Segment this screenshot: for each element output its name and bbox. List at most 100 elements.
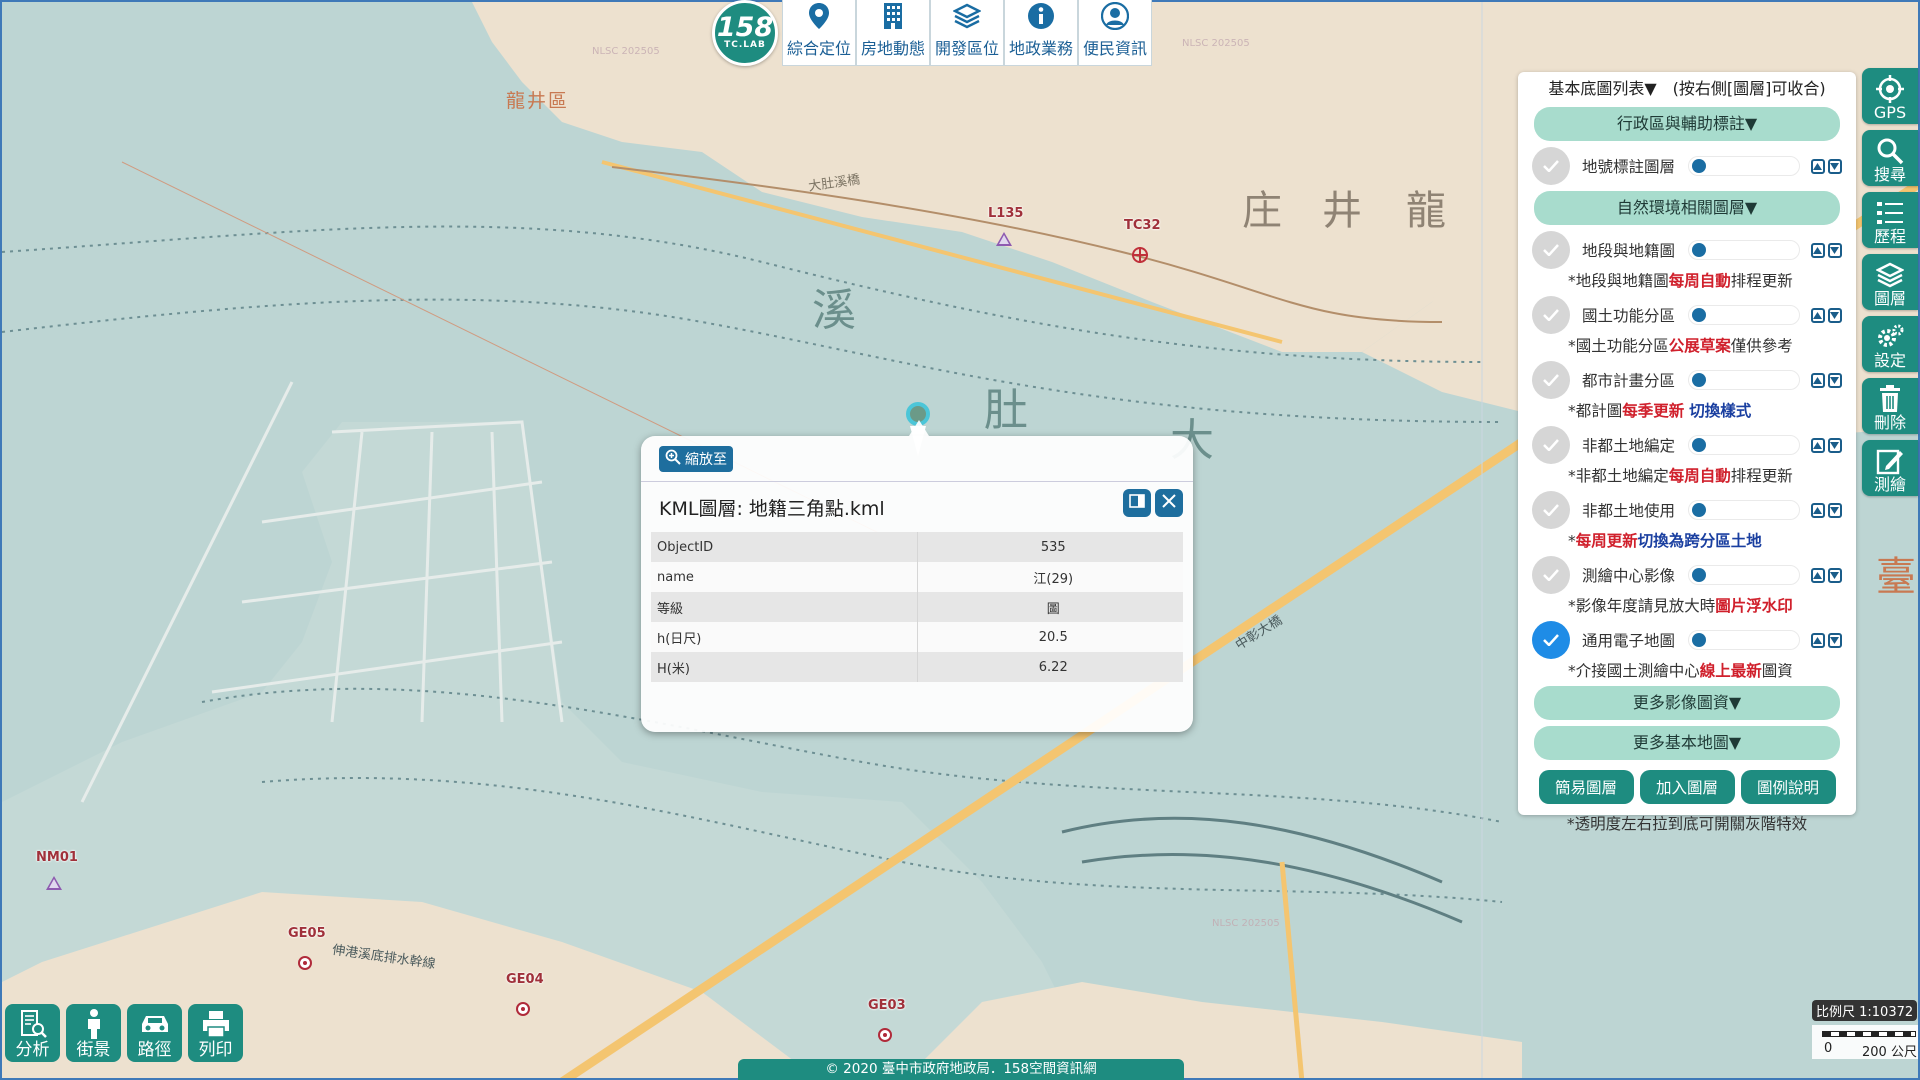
move-down-button[interactable] xyxy=(1827,502,1842,518)
section-admin-toggle[interactable]: 行政區與輔助標註▼ xyxy=(1534,107,1840,141)
triangle-marker-icon[interactable] xyxy=(996,232,1012,246)
route-button-label: 路徑 xyxy=(137,1040,172,1060)
move-down-button[interactable] xyxy=(1827,632,1842,648)
popup-close-button[interactable] xyxy=(1155,489,1183,517)
attribute-table: ObjectID 535 name 江(29) 等級圖 h(日尺) 20.5 H(米) 6.22 xyxy=(651,532,1183,682)
opacity-slider[interactable] xyxy=(1687,240,1800,260)
attribute-value: 535 xyxy=(916,532,1183,562)
history-button[interactable]: 歷程 xyxy=(1862,192,1918,248)
slider-thumb[interactable] xyxy=(1691,568,1706,582)
layer-checkbox[interactable] xyxy=(1532,296,1570,334)
move-up-button[interactable] xyxy=(1810,307,1825,323)
legend-button[interactable]: 圖例說明 xyxy=(1740,770,1836,804)
slider-thumb[interactable] xyxy=(1691,308,1706,322)
circle-marker-icon[interactable] xyxy=(878,1028,892,1042)
land-affairs-button[interactable]: 地政業務 xyxy=(1004,0,1078,66)
opacity-slider[interactable] xyxy=(1687,565,1800,585)
land-affairs-button-label: 地政業務 xyxy=(1008,39,1073,58)
attribute-value: 20.5 xyxy=(916,622,1183,652)
layer-checkbox[interactable] xyxy=(1532,426,1570,464)
citizen-info-button[interactable]: 便民資訊 xyxy=(1078,0,1152,66)
gps-button[interactable]: GPS xyxy=(1862,68,1918,124)
zoom-to-button[interactable]: 縮放至 xyxy=(659,446,733,472)
move-up-button[interactable] xyxy=(1810,632,1825,648)
draw-button[interactable]: 測繪 xyxy=(1862,440,1918,496)
street-view-button[interactable]: 街景 xyxy=(66,1004,121,1062)
real-estate-button[interactable]: 房地動態 xyxy=(856,0,930,66)
layer-note-link[interactable]: 切換為跨分區土地 xyxy=(1638,532,1762,550)
move-down-button[interactable] xyxy=(1827,307,1842,323)
top-toolbar: 158 TC.LAB 綜合定位 房地動態 開發區位 地政業務 便民資訊 xyxy=(712,0,1152,66)
chevron-down-icon xyxy=(1830,506,1840,514)
move-down-button[interactable] xyxy=(1827,567,1842,583)
move-down-button[interactable] xyxy=(1827,372,1842,388)
circle-marker-icon[interactable] xyxy=(298,956,312,970)
slider-thumb[interactable] xyxy=(1691,159,1706,173)
chevron-up-icon xyxy=(1813,246,1823,254)
layer-checkbox[interactable] xyxy=(1532,621,1570,659)
section-nature-toggle[interactable]: 自然環境相關圖層▼ xyxy=(1534,191,1840,225)
layer-note-text: 排程更新 xyxy=(1730,467,1793,485)
slider-thumb[interactable] xyxy=(1691,503,1706,517)
layer-checkbox[interactable] xyxy=(1532,556,1570,594)
info-icon xyxy=(1026,1,1056,31)
search-button[interactable]: 搜尋 xyxy=(1862,130,1918,186)
more-images-toggle[interactable]: 更多影像圖資▼ xyxy=(1534,686,1840,720)
slider-thumb[interactable] xyxy=(1691,243,1706,257)
layer-checkbox[interactable] xyxy=(1532,491,1570,529)
route-button[interactable]: 路徑 xyxy=(127,1004,182,1062)
opacity-slider[interactable] xyxy=(1687,435,1800,455)
delete-button[interactable]: 刪除 xyxy=(1862,378,1918,434)
site-logo[interactable]: 158 TC.LAB xyxy=(712,0,778,66)
layers-button[interactable]: 圖層 xyxy=(1862,254,1918,310)
layer-checkbox[interactable] xyxy=(1532,231,1570,269)
layer-note-text: * xyxy=(1568,532,1576,550)
move-up-button[interactable] xyxy=(1810,567,1825,583)
opacity-slider[interactable] xyxy=(1687,370,1800,390)
move-up-button[interactable] xyxy=(1810,372,1825,388)
chevron-down-icon xyxy=(1830,636,1840,644)
layer-checkbox[interactable] xyxy=(1532,361,1570,399)
move-up-button[interactable] xyxy=(1810,158,1825,174)
check-icon xyxy=(1543,244,1559,256)
development-zone-button[interactable]: 開發區位 xyxy=(930,0,1004,66)
move-up-button[interactable] xyxy=(1810,502,1825,518)
analysis-button[interactable]: 分析 xyxy=(5,1004,60,1062)
move-down-button[interactable] xyxy=(1827,158,1842,174)
slider-thumb[interactable] xyxy=(1691,633,1706,647)
layer-checkbox[interactable] xyxy=(1532,147,1570,185)
printer-icon xyxy=(201,1008,231,1040)
crosshair-marker-icon[interactable] xyxy=(1132,247,1148,263)
control-point-label: GE04 xyxy=(506,972,544,987)
circle-marker-icon[interactable] xyxy=(516,1002,530,1016)
layer-note-text: *都計圖 xyxy=(1568,402,1623,420)
triangle-marker-icon[interactable] xyxy=(46,876,62,890)
settings-button[interactable]: 設定 xyxy=(1862,316,1918,372)
opacity-slider[interactable] xyxy=(1687,630,1800,650)
move-up-button[interactable] xyxy=(1810,242,1825,258)
person-icon xyxy=(79,1008,109,1040)
close-icon xyxy=(1162,494,1176,512)
history-button-label: 歷程 xyxy=(1873,227,1906,246)
more-basemaps-toggle[interactable]: 更多基本地圖▼ xyxy=(1534,726,1840,760)
slider-thumb[interactable] xyxy=(1691,438,1706,452)
location-button[interactable]: 綜合定位 xyxy=(782,0,856,66)
slider-thumb[interactable] xyxy=(1691,373,1706,387)
layer-panel-header[interactable]: 基本底圖列表▼ (按右側[圖層]可收合) xyxy=(1532,72,1842,105)
popup-dock-button[interactable] xyxy=(1123,489,1151,517)
layer-note: *每周更新切換為跨分區土地 xyxy=(1532,529,1842,556)
move-down-button[interactable] xyxy=(1827,437,1842,453)
add-layer-button[interactable]: 加入圖層 xyxy=(1639,770,1735,804)
move-down-button[interactable] xyxy=(1827,242,1842,258)
scale-ratio: 比例尺 1:10372 xyxy=(1812,1000,1918,1021)
opacity-slider[interactable] xyxy=(1687,156,1800,176)
layer-note-link[interactable]: 切換樣式 xyxy=(1689,402,1751,420)
move-up-button[interactable] xyxy=(1810,437,1825,453)
car-icon xyxy=(140,1008,170,1040)
simple-layers-button[interactable]: 簡易圖層 xyxy=(1538,770,1634,804)
print-button[interactable]: 列印 xyxy=(188,1004,243,1062)
layer-panel-footer: *透明度左右拉到底可開關灰階特效 xyxy=(1566,815,1808,833)
opacity-slider[interactable] xyxy=(1687,500,1800,520)
chevron-up-icon xyxy=(1813,636,1823,644)
opacity-slider[interactable] xyxy=(1687,305,1800,325)
